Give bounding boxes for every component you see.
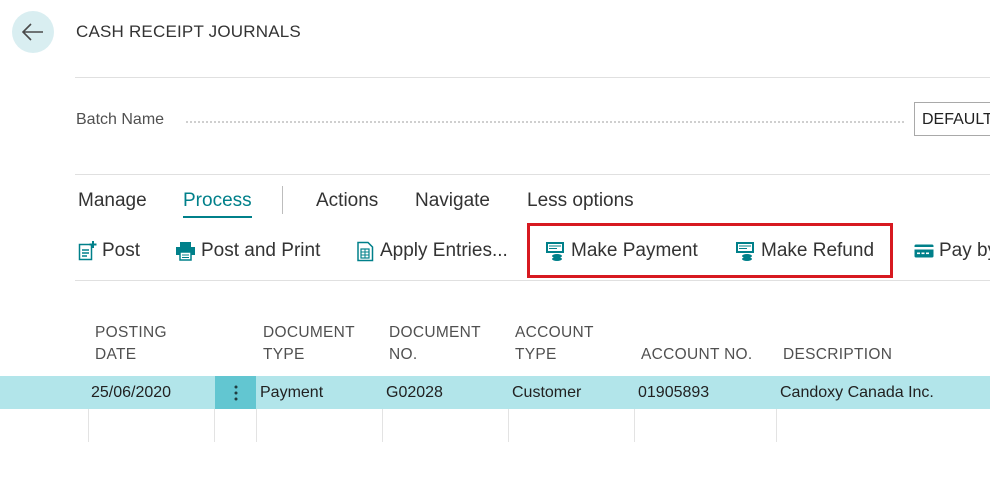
pay-by-label: Pay by: [939, 240, 990, 261]
back-button[interactable]: [12, 11, 54, 53]
apply-entries-button[interactable]: Apply Entries...: [356, 240, 508, 262]
menu-less-options[interactable]: Less options: [527, 190, 634, 212]
printer-icon: [176, 242, 195, 261]
menu-actions[interactable]: Actions: [316, 190, 378, 212]
menu-process[interactable]: Process: [183, 190, 252, 218]
column-header-posting-date[interactable]: POSTING DATE: [95, 322, 167, 366]
post-and-print-button[interactable]: Post and Print: [175, 240, 320, 262]
back-arrow-icon: [22, 23, 43, 41]
menu-navigate[interactable]: Navigate: [415, 190, 490, 212]
pay-by-button[interactable]: Pay by: [914, 240, 990, 262]
cell-account-type[interactable]: Customer: [512, 384, 581, 402]
page-title: CASH RECEIPT JOURNALS: [76, 22, 301, 41]
post-icon: [78, 241, 97, 261]
batch-name-label: Batch Name: [76, 111, 165, 128]
grid-header: POSTING DATE DOCUMENT TYPE DOCUMENT NO. …: [75, 322, 990, 370]
column-header-document-type[interactable]: DOCUMENT TYPE: [263, 322, 355, 366]
row-menu-icon: [234, 385, 237, 400]
cell-divider: [382, 409, 383, 442]
cell-divider: [508, 409, 509, 442]
leader-dots: [186, 121, 904, 123]
cell-document-no[interactable]: G02028: [386, 384, 443, 402]
apply-entries-icon: [357, 241, 374, 261]
apply-entries-label: Apply Entries...: [380, 240, 508, 261]
row-actions-button[interactable]: [215, 376, 256, 409]
divider: [75, 280, 990, 281]
cell-divider: [88, 409, 89, 442]
column-header-account-type[interactable]: ACCOUNT TYPE: [515, 322, 594, 366]
cell-divider: [214, 409, 215, 442]
post-button[interactable]: Post: [78, 240, 140, 262]
empty-table-row[interactable]: [88, 409, 990, 442]
batch-name-field: Batch Name DEFAULT: [76, 102, 990, 136]
divider: [75, 77, 990, 78]
cell-divider: [776, 409, 777, 442]
cell-description[interactable]: Candoxy Canada Inc.: [780, 384, 934, 402]
table-row[interactable]: 25/06/2020 Payment G02028 Customer 01905…: [0, 376, 990, 409]
menu-separator: [282, 186, 283, 214]
divider: [75, 174, 990, 175]
column-header-account-no[interactable]: ACCOUNT NO.: [641, 322, 753, 366]
cell-account-no[interactable]: 01905893: [638, 384, 709, 402]
cell-divider: [634, 409, 635, 442]
post-and-print-label: Post and Print: [201, 240, 321, 261]
card-icon: [914, 244, 934, 258]
column-header-document-no[interactable]: DOCUMENT NO.: [389, 322, 481, 366]
batch-name-input[interactable]: DEFAULT: [914, 102, 990, 136]
cell-divider: [256, 409, 257, 442]
post-label: Post: [102, 240, 141, 261]
cell-posting-date[interactable]: 25/06/2020: [91, 384, 171, 402]
highlight-box: [527, 223, 893, 278]
menu-manage[interactable]: Manage: [78, 190, 147, 212]
column-header-description[interactable]: DESCRIPTION: [783, 322, 892, 366]
cell-document-type[interactable]: Payment: [260, 384, 323, 402]
